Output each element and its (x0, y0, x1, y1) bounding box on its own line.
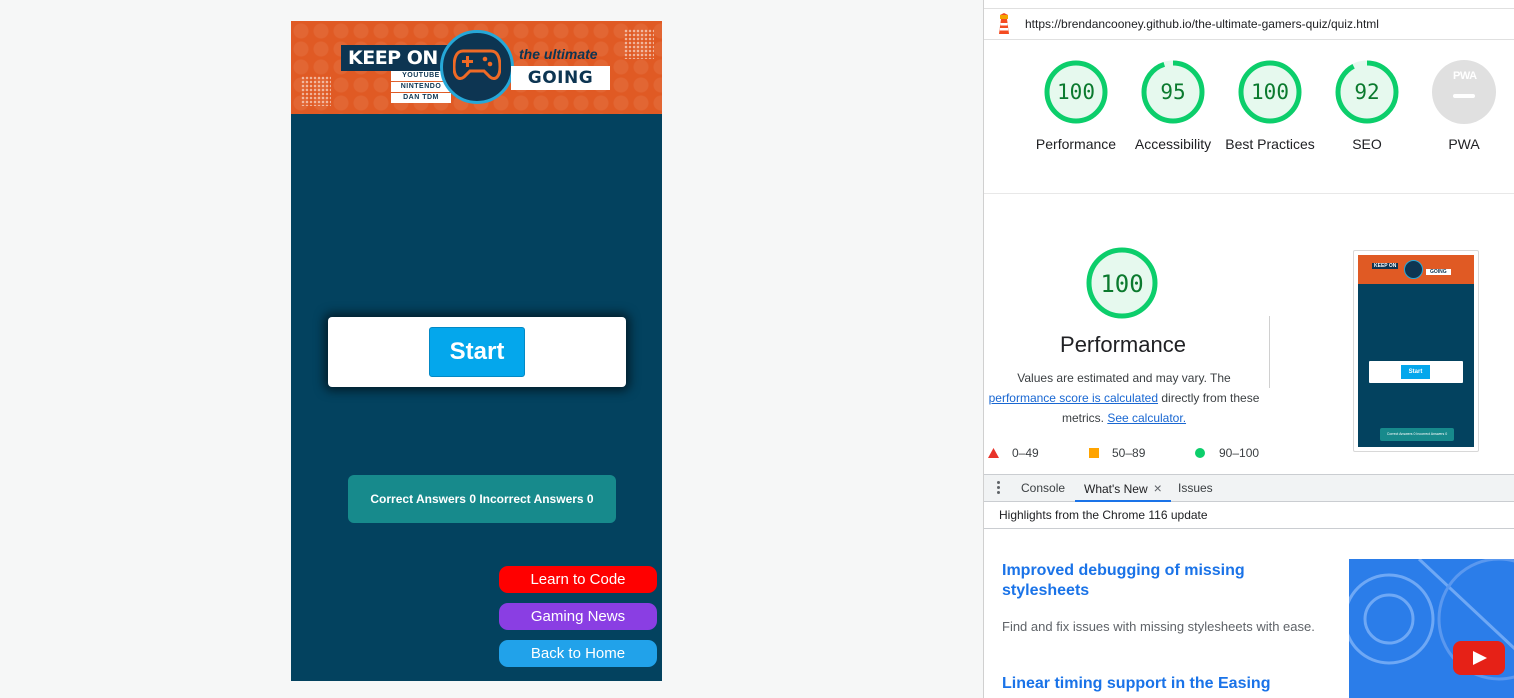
header-banner: KEEP ON YOUTUBE NINTENDO DAN TDM the ult… (291, 21, 662, 114)
quiz-page: KEEP ON YOUTUBE NINTENDO DAN TDM the ult… (291, 21, 662, 681)
tab-console[interactable]: Console (1021, 475, 1065, 502)
desc-text: Values are estimated and may vary. The (1017, 371, 1231, 385)
performance-score: 100 (1057, 80, 1095, 104)
performance-description: Values are estimated and may vary. The p… (986, 368, 1262, 428)
tab-whats-new[interactable]: What's New × (1075, 475, 1171, 502)
best-practices-label: Best Practices (1225, 136, 1315, 152)
thumbnail-start-card: Start (1369, 361, 1463, 383)
pwa-badge-text: PWA (1453, 70, 1477, 82)
legend-fail: 0–49 (1012, 446, 1039, 460)
video-thumbnail[interactable] (1349, 559, 1514, 698)
legend-pass: 90–100 (1219, 446, 1260, 460)
thumbnail-logo-circle (1404, 260, 1423, 279)
banner-dots (301, 76, 331, 106)
pwa-label: PWA (1448, 136, 1480, 152)
legend-average: 50–89 (1112, 446, 1146, 460)
lighthouse-icon (999, 13, 1009, 34)
thumbnail-banner: KEEP ON GOING (1358, 255, 1474, 284)
gaming-news-button[interactable]: Gaming News (499, 603, 657, 630)
see-calculator-link[interactable]: See calculator. (1107, 411, 1186, 425)
logo-tagline: the ultimate (519, 46, 598, 62)
video-art (1349, 559, 1514, 681)
thumbnail-score: Correct Answers 0 Incorrect Answers 0 (1380, 428, 1454, 441)
highlights-header: Highlights from the Chrome 116 update (984, 502, 1514, 529)
youtube-play-icon[interactable] (1453, 641, 1505, 675)
thumbnail-logo-text: KEEP ON (1372, 263, 1399, 269)
thumbnail-logo-going: GOING (1426, 269, 1451, 275)
whats-new-title-2[interactable]: Linear timing support in the Easing (1002, 674, 1302, 694)
divider (984, 193, 1514, 194)
page-screenshot-thumbnail[interactable]: KEEP ON GOING Start Correct Answers 0 In… (1353, 250, 1479, 452)
fail-triangle-icon (988, 448, 999, 458)
divider-vertical (1269, 316, 1270, 388)
report-url[interactable]: https://brendancooney.github.io/the-ulti… (1025, 17, 1379, 31)
accessibility-score: 95 (1160, 80, 1186, 104)
best-practices-score: 100 (1251, 80, 1289, 104)
tab-issues[interactable]: Issues (1178, 475, 1213, 502)
logo-tag: DAN TDM (391, 93, 451, 103)
learn-to-code-button[interactable]: Learn to Code (499, 566, 657, 593)
gamepad-logo (440, 30, 514, 104)
average-square-icon (1089, 448, 1099, 458)
whats-new-title-1[interactable]: Improved debugging of missing stylesheet… (1002, 561, 1302, 601)
seo-score: 92 (1354, 80, 1380, 104)
tab-whats-new-label: What's New (1084, 482, 1148, 496)
devtools-panel: https://brendancooney.github.io/the-ulti… (983, 0, 1514, 698)
logo-tag: NINTENDO (391, 82, 451, 92)
thumbnail-start: Start (1401, 365, 1430, 379)
start-card: Start (328, 317, 626, 387)
more-options-icon[interactable] (997, 481, 1001, 497)
performance-title: Performance (1060, 332, 1186, 357)
pass-circle-icon (1195, 448, 1205, 458)
seo-label: SEO (1352, 136, 1382, 152)
score-display: Correct Answers 0 Incorrect Answers 0 (348, 475, 616, 523)
back-to-home-button[interactable]: Back to Home (499, 640, 657, 667)
start-button[interactable]: Start (429, 327, 525, 377)
gamepad-icon (453, 49, 501, 81)
score-calculated-link[interactable]: performance score is calculated (989, 391, 1158, 405)
performance-label: Performance (1035, 136, 1117, 152)
drawer-tab-bar: Console What's New × Issues (984, 474, 1514, 502)
close-icon[interactable]: × (1154, 480, 1162, 496)
accessibility-label: Accessibility (1134, 136, 1212, 152)
report-url-bar: https://brendancooney.github.io/the-ulti… (984, 8, 1514, 40)
logo-going: GOING (511, 66, 610, 90)
banner-dots (624, 29, 654, 59)
performance-big-score: 100 (1100, 270, 1144, 298)
thumbnail-page: KEEP ON GOING Start Correct Answers 0 In… (1358, 255, 1474, 447)
whats-new-desc-1: Find and fix issues with missing stylesh… (1002, 619, 1315, 634)
logo-keep-on: KEEP ON (341, 45, 451, 71)
